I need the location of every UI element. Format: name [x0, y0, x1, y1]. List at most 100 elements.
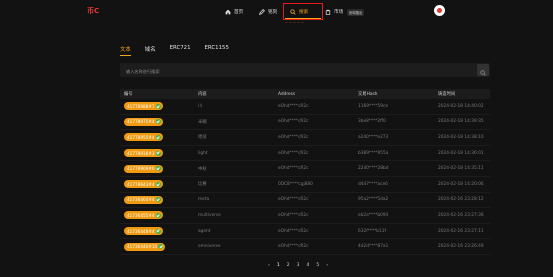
highlight-caption: — — — — —: [285, 20, 304, 24]
inscription-id-badge[interactable]: 41736448#4: [124, 227, 163, 236]
nav-mint-label: 铭刻: [268, 10, 278, 15]
table-row[interactable]: 41778643#4 比赛 0DC8****cgj880 d447****ace…: [120, 176, 490, 193]
table-header-row: 编号 内容 Address 交易Hash 铸造时间: [120, 89, 490, 99]
cell-content: meta: [194, 192, 274, 209]
cell-address[interactable]: 0DC8****cgj880: [274, 176, 354, 193]
cell-time: 2024-02-16 23:28:12: [434, 192, 490, 209]
inscription-id-badge[interactable]: 41736464#4: [124, 195, 163, 204]
cell-hash[interactable]: 1169****59ce: [354, 99, 434, 115]
table-row[interactable]: 41778916#3 light eOhd****cR2c b389****95…: [120, 145, 490, 162]
inscription-id: 41778955#4: [127, 134, 155, 140]
avatar-mark-icon: [437, 8, 442, 13]
cell-hash[interactable]: 3be8****2ff0: [354, 114, 434, 131]
inscriptions-table: 编号 内容 Address 交易Hash 铸造时间 41778988#7 川 e…: [120, 89, 490, 255]
user-avatar[interactable]: [434, 5, 445, 16]
inscription-id: 41778975#4: [127, 119, 155, 125]
col-header-address: Address: [274, 89, 354, 99]
cell-content: 地狱: [194, 129, 274, 146]
inscription-id-badge[interactable]: 41778955#4: [124, 133, 163, 142]
cell-address[interactable]: eOhd****cR2c: [274, 160, 354, 177]
inscription-id: 41736455#4: [127, 212, 155, 218]
cell-hash[interactable]: 95a2****5da2: [354, 192, 434, 209]
table-row[interactable]: 41778975#4 米糊 eOhd****cR2c 3be8****2ff0 …: [120, 114, 490, 131]
table-row[interactable]: 41778909#6 中秋 eOhd****cR2c 2240****28bd …: [120, 160, 490, 177]
page-3-button[interactable]: 3: [297, 263, 300, 268]
cell-address[interactable]: eOhd****cR2c: [274, 129, 354, 146]
col-header-id: 编号: [120, 89, 194, 99]
nav-search-label: 搜索: [299, 10, 309, 15]
inscription-id-badge[interactable]: 41778643#4: [124, 180, 163, 189]
cell-address[interactable]: eOhd****cR2c: [274, 207, 354, 224]
verified-check-icon: [158, 244, 164, 250]
home-icon: [225, 9, 231, 15]
next-page-button[interactable]: ›: [326, 263, 328, 268]
col-header-content: 内容: [194, 89, 274, 99]
cell-hash[interactable]: 2240****28bd: [354, 160, 434, 177]
inscription-id: 41736464#4: [127, 197, 155, 203]
tab-erc721[interactable]: ERC721: [170, 45, 191, 56]
verified-check-icon: [155, 228, 161, 234]
nav-mint[interactable]: 铭刻: [258, 7, 278, 17]
tab-domain[interactable]: 域名: [145, 45, 156, 56]
top-navbar: 币C 首页 铭刻 搜索 — — — — — 市场 即将推出: [0, 0, 553, 24]
table-row[interactable]: 41778955#4 地狱 eOhd****cR2c a240****e273 …: [120, 129, 490, 146]
page-1-button[interactable]: 1: [277, 263, 280, 268]
inscription-id: 41736440#10: [127, 244, 158, 250]
cell-content: multiverse: [194, 207, 274, 224]
cell-address[interactable]: eOhd****cR2c: [274, 192, 354, 209]
cell-content: agent: [194, 223, 274, 240]
cell-hash[interactable]: a240****e273: [354, 129, 434, 146]
cell-address[interactable]: eOhd****cR2c: [274, 238, 354, 255]
nav-search[interactable]: 搜索: [290, 7, 308, 17]
page-2-button[interactable]: 2: [287, 263, 290, 268]
nav-market[interactable]: 市场 即将推出: [325, 7, 365, 17]
cell-hash[interactable]: 4d2d****87a1: [354, 238, 434, 255]
tab-text[interactable]: 文本: [120, 45, 131, 56]
cell-address[interactable]: eOhd****cR2c: [274, 114, 354, 131]
tab-erc1155[interactable]: ERC1155: [205, 45, 229, 56]
search-icon: [290, 9, 296, 15]
cell-time: 2024-02-18 14:35:11: [434, 160, 490, 177]
table-row[interactable]: 41736464#4 meta eOhd****cR2c 95a2****5da…: [120, 192, 490, 209]
table-row[interactable]: 41778988#7 川 eOhd****cR2c 1169****59ce 2…: [120, 99, 490, 115]
search-icon: [480, 70, 486, 76]
verified-check-icon: [155, 212, 161, 218]
nav-home[interactable]: 首页: [225, 7, 243, 17]
inscription-id-badge[interactable]: 41778988#7: [124, 102, 163, 111]
verified-check-icon: [155, 197, 161, 203]
search-button[interactable]: [477, 64, 489, 76]
inscription-id-badge[interactable]: 41778975#4: [124, 117, 163, 126]
cell-address[interactable]: eOhd****cR2c: [274, 99, 354, 115]
pagination: ‹ 1 2 3 4 5 ›: [268, 263, 328, 268]
search-bar: [120, 63, 490, 79]
page-5-button[interactable]: 5: [316, 263, 319, 268]
app-logo[interactable]: 币C: [87, 6, 100, 17]
table-row[interactable]: 41736448#4 agent eOhd****cR2c 632f****b1…: [120, 223, 490, 240]
inscription-id-badge[interactable]: 41778909#6: [124, 164, 163, 173]
cell-address[interactable]: eOhd****cR2c: [274, 223, 354, 240]
verified-check-icon: [155, 119, 161, 125]
inscription-id-badge[interactable]: 41736440#10: [124, 242, 166, 251]
cell-hash[interactable]: 632f****b11f: [354, 223, 434, 240]
nav-home-label: 首页: [234, 10, 244, 15]
table-row[interactable]: 41736455#4 multiverse eOhd****cR2c eb2a*…: [120, 207, 490, 224]
prev-page-button[interactable]: ‹: [268, 263, 270, 268]
cell-hash[interactable]: d447****ace6: [354, 176, 434, 193]
table-row[interactable]: 41736440#10 omniverse eOhd****cR2c 4d2d*…: [120, 238, 490, 255]
verified-check-icon: [155, 103, 161, 109]
cell-content: 米糊: [194, 114, 274, 131]
inscription-id-badge[interactable]: 41778916#3: [124, 149, 163, 158]
coming-soon-badge: 即将推出: [347, 8, 365, 16]
verified-check-icon: [155, 181, 161, 187]
cell-address[interactable]: eOhd****cR2c: [274, 145, 354, 162]
pencil-icon: [258, 9, 265, 16]
page-4-button[interactable]: 4: [306, 263, 309, 268]
category-tabs: 文本 域名 ERC721 ERC1155: [120, 45, 229, 56]
inscription-id-badge[interactable]: 41736455#4: [124, 211, 163, 220]
verified-check-icon: [155, 150, 161, 156]
cell-hash[interactable]: b389****955a: [354, 145, 434, 162]
cell-hash[interactable]: eb2a****b094: [354, 207, 434, 224]
inscription-id: 41778916#3: [127, 150, 155, 156]
logo-text: 币C: [87, 7, 100, 15]
search-input[interactable]: [124, 63, 468, 79]
